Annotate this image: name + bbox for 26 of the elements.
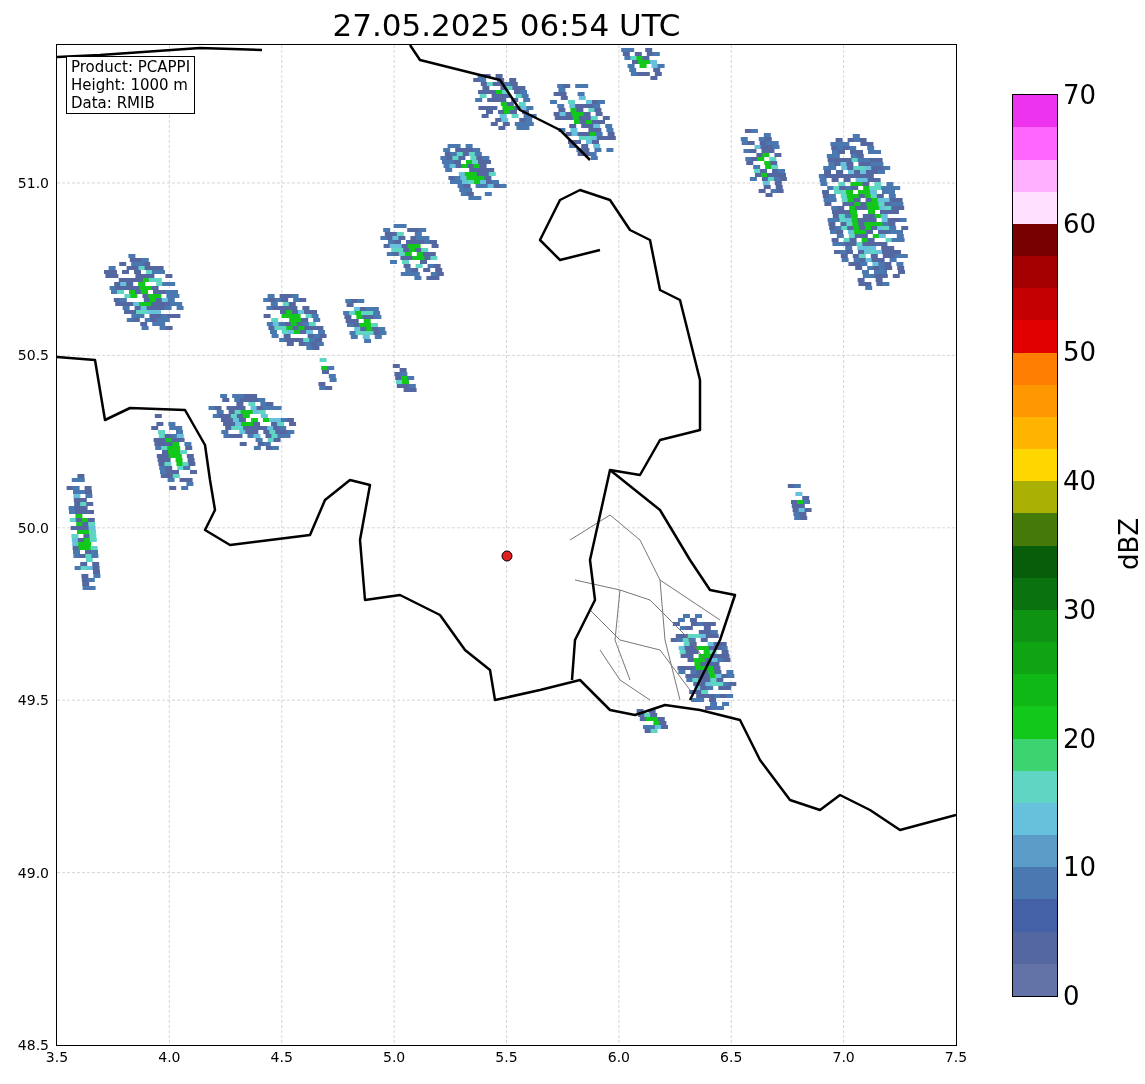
y-tick-label: 51.0 [17,175,49,191]
legend-text: Height: 1000 m [71,76,189,94]
colorbar-tick-label: 60 [1063,210,1097,237]
x-tick-label: 4.5 [270,1049,293,1065]
y-tick-label: 49.0 [17,864,49,881]
colorbar-tick-label: 40 [1063,468,1097,495]
colorbar-tick-label: 50 [1063,339,1097,366]
x-tick-label: 5.5 [495,1049,518,1065]
y-tick-label: 50.5 [17,347,49,364]
colorbar-tick-label: 20 [1063,725,1097,752]
y-tick-label: 50.0 [17,519,49,536]
x-tick-label: 5.0 [383,1049,406,1065]
x-tick-label: 7.5 [944,1049,968,1065]
x-tick-label: 7.0 [832,1049,855,1065]
x-tick-label: 6.0 [607,1049,630,1065]
legend-text: Data: RMIB [71,94,156,112]
colorbar-tick-label: 0 [1063,983,1080,1009]
colorbar-tick-label: 10 [1063,854,1097,881]
x-tick-label: 6.5 [720,1049,743,1065]
y-tick-label: 49.5 [17,692,49,709]
colorbar-tick-label: 70 [1063,82,1097,108]
legend-text: Product: PCAPPI [71,58,191,76]
colorbar-label: dBZ [1116,517,1143,571]
colorbar-tick-label: 30 [1063,596,1097,623]
chart-title: 27.05.2025 06:54 UTC [331,6,682,45]
x-tick-label: 4.0 [158,1049,181,1065]
